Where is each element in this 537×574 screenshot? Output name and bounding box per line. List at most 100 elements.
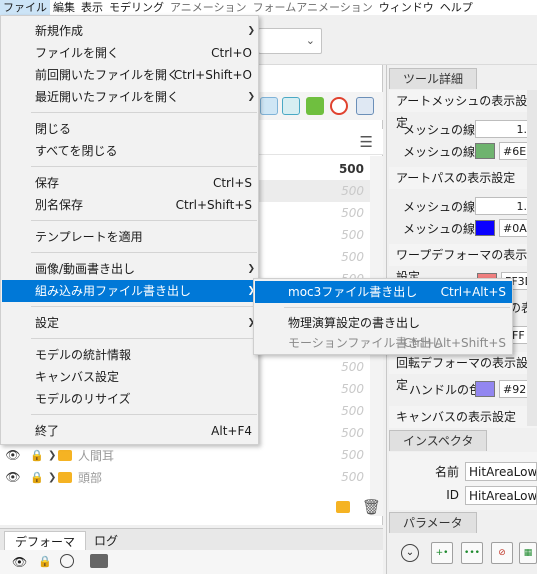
menu-separator (31, 112, 257, 113)
list-header: ☰ (258, 129, 383, 155)
menu-separator (31, 166, 257, 167)
curve-tool-icon[interactable] (282, 97, 300, 115)
menu-file[interactable]: ファイル (0, 0, 50, 15)
menu-item-close[interactable]: 閉じる (2, 118, 258, 140)
menu-item-label: 新規作成 (35, 24, 84, 38)
menu-item-shortcut: Ctrl+Alt+S (440, 285, 506, 299)
add-key-icon[interactable]: +• (431, 542, 453, 564)
chevron-right-icon[interactable]: ❯ (48, 450, 56, 461)
opacity-value: 500 (341, 206, 364, 220)
parts-bottom-icons: 🗑 (330, 497, 382, 519)
menu-item-label: キャンバス設定 (35, 370, 120, 384)
menu-modeling[interactable]: モデリング (106, 0, 167, 15)
handle-color-label: ハンドルの色 (409, 382, 482, 397)
menu-separator (31, 338, 257, 339)
name-label: 名前 (434, 464, 459, 479)
new-folder-icon[interactable] (336, 501, 350, 513)
menu-item-export-embedded[interactable]: 組み込み用ファイル書き出し ❯ (2, 280, 258, 302)
menu-item-shortcut: Alt+F4 (211, 424, 252, 438)
menu-item-open[interactable]: ファイルを開く Ctrl+O (2, 42, 258, 64)
mesh-color-swatch[interactable] (475, 143, 495, 159)
key-grid-icon[interactable]: ▦ (519, 542, 537, 564)
lock-icon[interactable]: 🔒 (38, 555, 52, 568)
chevron-right-icon[interactable]: ❯ (48, 472, 56, 483)
pen-tool-icon[interactable] (356, 97, 374, 115)
path-color-row: メッシュの線色 #0A00 (389, 217, 537, 239)
grid-tool-icon[interactable] (306, 97, 324, 115)
tab-parameters[interactable]: パラメータ (389, 512, 477, 533)
tab-log[interactable]: ログ (84, 531, 128, 551)
menu-item-new[interactable]: 新規作成 ❯ (2, 20, 258, 42)
menu-edit[interactable]: 編集 (50, 0, 78, 15)
section-art-mesh: アートメッシュの表示設定 (389, 90, 537, 130)
menu-item-settings[interactable]: 設定 ❯ (2, 312, 258, 334)
tool-details-scrollbar[interactable] (527, 90, 537, 426)
tab-deformer[interactable]: デフォーマ (4, 531, 87, 551)
menu-item-open-previous[interactable]: 前回開いたファイルを開く Ctrl+Shift+O (2, 64, 258, 86)
menu-window[interactable]: ウィンドウ (376, 0, 437, 15)
menu-item-open-recent[interactable]: 最近開いたファイルを開く ❯ (2, 86, 258, 108)
menu-separator (31, 252, 257, 253)
mode-combobox[interactable]: ⌄ (258, 28, 322, 54)
remove-key-icon[interactable]: ⊘ (491, 542, 513, 564)
menu-form-animation[interactable]: フォームアニメーション (250, 0, 376, 15)
menu-item-shortcut: Ctrl+Alt+Shift+S (403, 336, 506, 350)
menu-item-model-stats[interactable]: モデルの統計情報 (2, 344, 258, 366)
menubar: ファイル 編集 表示 モデリング アニメーション フォームアニメーション ウィン… (0, 0, 537, 15)
path-color-swatch[interactable] (475, 220, 495, 236)
mesh-color-row: メッシュの線色 #6EB3 (389, 140, 537, 162)
menu-item-export-moc3[interactable]: moc3ファイル書き出し Ctrl+Alt+S (255, 281, 512, 303)
chevron-right-icon: ❯ (247, 26, 255, 36)
trash-icon[interactable]: 🗑 (362, 498, 381, 516)
tab-tool-details[interactable]: ツール詳細 (389, 68, 478, 89)
circle-icon[interactable] (60, 554, 74, 568)
menu-item-export-motion[interactable]: モーションファイル書き出し Ctrl+Alt+Shift+S (255, 332, 512, 354)
lock-icon[interactable]: 🔒 (26, 449, 48, 462)
tree-label: 頭部 (78, 470, 103, 485)
menu-icon[interactable]: ☰ (360, 133, 373, 151)
menu-item-save-as[interactable]: 別名保存 Ctrl+Shift+S (2, 194, 258, 216)
mesh-width-label: メッシュの線幅 (403, 122, 488, 137)
export-submenu: moc3ファイル書き出し Ctrl+Alt+S 物理演算設定の書き出し モーショ… (253, 278, 513, 355)
swap-icon[interactable] (90, 554, 108, 568)
menu-item-label: モデルの統計情報 (35, 348, 132, 362)
chevron-down-icon: ⌄ (305, 34, 315, 47)
menu-view[interactable]: 表示 (78, 0, 106, 15)
menu-item-model-resize[interactable]: モデルのリサイズ (2, 388, 258, 410)
menu-help[interactable]: ヘルプ (437, 0, 476, 15)
eye-icon[interactable]: 👁 (12, 555, 27, 569)
warp-tool-icon[interactable] (260, 97, 278, 115)
inspector-name-row: 名前 HitAreaLow (389, 460, 537, 482)
tab-inspector[interactable]: インスペクタ (389, 430, 488, 451)
section-canvas: キャンバスの表示設定 (389, 406, 537, 428)
menu-item-label: 最近開いたファイルを開く (35, 90, 180, 104)
handle-color-swatch[interactable] (475, 381, 495, 397)
menu-item-export-image-video[interactable]: 画像/動画書き出し ❯ (2, 258, 258, 280)
opacity-value: 500 (341, 250, 364, 264)
eye-icon[interactable]: 👁 (0, 448, 26, 462)
menu-item-label: テンプレートを適用 (35, 230, 143, 244)
id-input[interactable]: HitAreaLow (465, 485, 537, 505)
menu-item-canvas-settings[interactable]: キャンバス設定 (2, 366, 258, 388)
menu-item-export-physics[interactable]: 物理演算設定の書き出し (255, 312, 512, 334)
menu-separator (31, 414, 257, 415)
menu-animation[interactable]: アニメーション (167, 0, 250, 15)
menu-item-exit[interactable]: 終了 Alt+F4 (2, 420, 258, 442)
opacity-value: 500 (341, 448, 364, 462)
add-three-keys-icon[interactable]: ••• (461, 542, 483, 564)
menu-item-apply-template[interactable]: テンプレートを適用 (2, 226, 258, 248)
menu-item-shortcut: Ctrl+Shift+O (173, 68, 252, 82)
name-input[interactable]: HitAreaLow (465, 461, 537, 481)
menu-item-save[interactable]: 保存 Ctrl+S (2, 172, 258, 194)
chevron-down-circle-icon[interactable]: ⌄ (401, 544, 419, 562)
tree-row[interactable]: 👁 🔒 ❯ 頭部 (0, 466, 258, 488)
eye-icon[interactable]: 👁 (0, 470, 26, 484)
menu-item-label: 前回開いたファイルを開く (35, 68, 180, 82)
path-color-label: メッシュの線色 (403, 221, 488, 236)
rotate-tool-icon[interactable] (330, 97, 348, 115)
menu-item-close-all[interactable]: すべてを閉じる (2, 140, 258, 162)
menu-item-label: 別名保存 (35, 198, 84, 212)
menu-item-label: 閉じる (35, 122, 72, 136)
lock-icon[interactable]: 🔒 (26, 471, 48, 484)
tree-row[interactable]: 👁 🔒 ❯ 人間耳 (0, 444, 258, 466)
